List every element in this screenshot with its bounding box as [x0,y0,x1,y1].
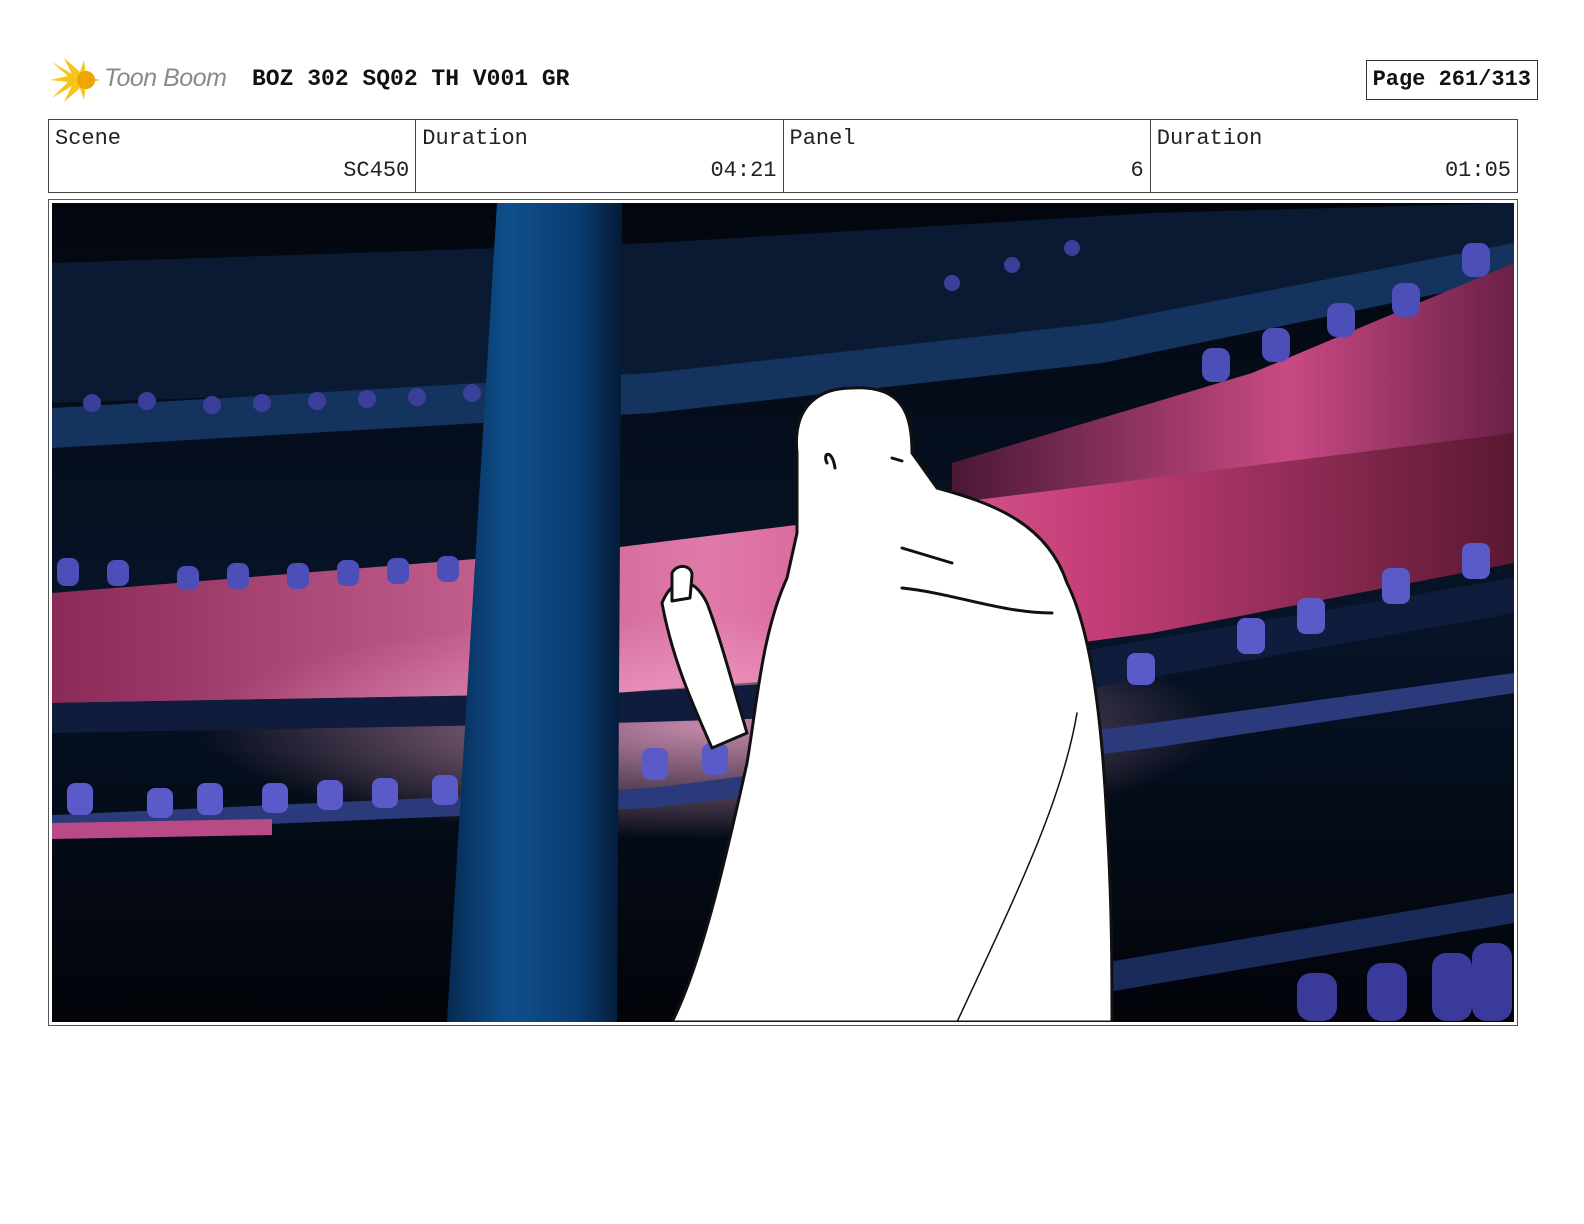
page-header: Toon Boom BOZ 302 SQ02 TH V001 GR Page 2… [50,54,1538,106]
star-burst-icon [50,58,100,102]
panel-cell: Panel 6 [784,120,1151,192]
scene-label: Scene [55,126,122,151]
scene-value: SC450 [343,158,410,183]
scene-cell: Scene SC450 [49,120,417,192]
document-title: BOZ 302 SQ02 TH V001 GR [252,66,570,92]
panel-duration-value: 01:05 [1444,158,1511,183]
storyboard-panel-image [52,203,1514,1022]
panel-label: Panel [789,126,856,151]
scene-info-table: Scene SC450 Duration 04:21 Panel 6 Durat… [48,119,1518,193]
toon-boom-logo: Toon Boom [50,54,240,106]
scene-duration-cell: Duration 04:21 [416,120,784,192]
panel-artwork [52,203,1514,1022]
panel-duration-label: Duration [1156,126,1263,151]
panel-duration-cell: Duration 01:05 [1151,120,1517,192]
scene-duration-label: Duration [422,126,528,151]
storyboard-panel-frame [48,199,1518,1026]
page-number-box: Page 261/313 [1365,60,1538,100]
scene-duration-value: 04:21 [710,158,777,183]
logo-text: Toon Boom [104,64,227,92]
panel-value: 6 [1130,158,1144,183]
